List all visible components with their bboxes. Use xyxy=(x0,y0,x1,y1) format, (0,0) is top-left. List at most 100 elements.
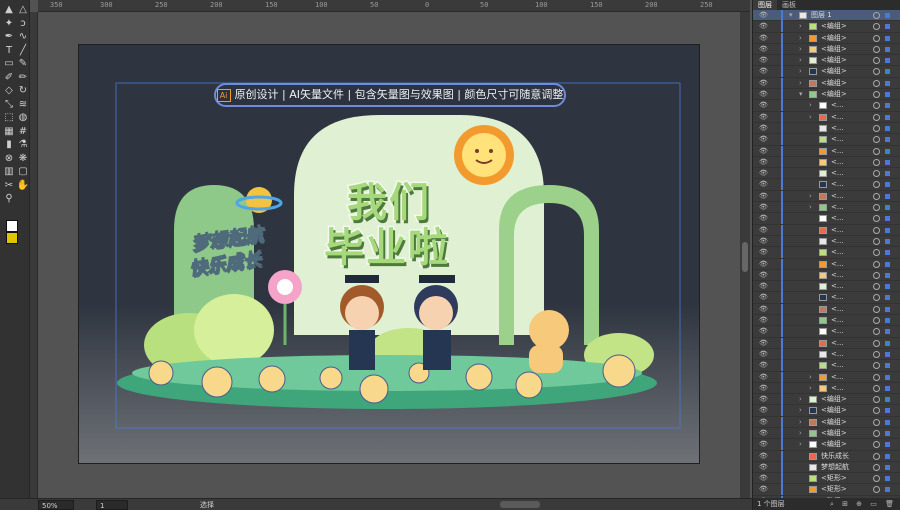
scale-tool-icon[interactable]: ⤡ xyxy=(2,99,16,111)
visibility-eye-icon[interactable]: 👁 xyxy=(759,21,768,32)
line-tool-icon[interactable]: ╱ xyxy=(16,45,30,57)
tab-layers[interactable]: 图层 xyxy=(753,0,777,10)
layer-row[interactable]: 👁 › <... xyxy=(753,100,900,112)
visibility-eye-icon[interactable]: 👁 xyxy=(759,66,768,77)
target-circle-icon[interactable] xyxy=(873,452,880,460)
vertical-scrollbar[interactable] xyxy=(740,12,750,498)
target-circle-icon[interactable] xyxy=(873,396,880,404)
expand-arrow-icon[interactable]: › xyxy=(809,202,812,213)
layer-row[interactable]: 👁 <... xyxy=(753,224,900,236)
layer-row[interactable]: 👁 › <... xyxy=(753,190,900,203)
target-circle-icon[interactable] xyxy=(873,429,880,437)
selection-indicator[interactable] xyxy=(885,13,890,18)
visibility-eye-icon[interactable]: 👁 xyxy=(759,89,768,100)
eyedropper-tool-icon[interactable]: ⚗ xyxy=(16,139,30,151)
visibility-eye-icon[interactable]: 👁 xyxy=(759,191,768,202)
target-circle-icon[interactable] xyxy=(873,384,880,392)
expand-arrow-icon[interactable]: › xyxy=(799,33,802,44)
selection-indicator[interactable] xyxy=(885,453,890,459)
expand-arrow-icon[interactable]: › xyxy=(799,78,802,89)
horizontal-scroll-thumb[interactable] xyxy=(500,501,540,508)
column-graph-tool-icon[interactable]: ▥ xyxy=(2,166,16,178)
layer-row[interactable]: 👁 <... xyxy=(753,235,900,248)
selection-indicator[interactable] xyxy=(885,137,890,143)
visibility-eye-icon[interactable]: 👁 xyxy=(759,349,768,360)
layer-row[interactable]: 👁 <矩形> xyxy=(753,473,900,485)
visibility-eye-icon[interactable]: 👁 xyxy=(759,405,768,416)
target-circle-icon[interactable] xyxy=(873,305,880,313)
target-circle-icon[interactable] xyxy=(873,226,880,234)
fill-swatch[interactable] xyxy=(6,220,18,232)
visibility-eye-icon[interactable]: 👁 xyxy=(759,168,768,179)
visibility-eye-icon[interactable]: 👁 xyxy=(759,292,768,303)
artboard-tool-icon[interactable]: ▢ xyxy=(16,166,30,178)
expand-arrow-icon[interactable]: › xyxy=(799,21,802,32)
visibility-eye-icon[interactable]: 👁 xyxy=(759,383,768,394)
eraser-tool-icon[interactable]: ◇ xyxy=(2,85,16,97)
layer-row[interactable]: 👁 ▾ 图层 1 xyxy=(753,10,900,22)
layer-row[interactable]: 👁 <... xyxy=(753,269,900,282)
target-circle-icon[interactable] xyxy=(873,441,880,449)
stroke-swatch[interactable] xyxy=(6,232,18,244)
document-canvas[interactable]: Ai 原创设计 | AI矢量文件 | 包含矢量图与效果图 | 颜色尺寸可随意调整 … xyxy=(38,12,750,498)
selection-indicator[interactable] xyxy=(885,408,890,414)
layer-row[interactable]: 👁 <... xyxy=(753,134,900,146)
blend-tool-icon[interactable]: ⊗ xyxy=(2,153,16,165)
layer-row[interactable]: 👁 › <编组> xyxy=(753,405,900,417)
width-tool-icon[interactable]: ≋ xyxy=(16,99,30,111)
vertical-ruler[interactable] xyxy=(30,12,38,498)
visibility-eye-icon[interactable]: 👁 xyxy=(759,225,768,236)
selection-indicator[interactable] xyxy=(885,171,890,177)
panel-footer-icons[interactable]: ⌕ ⊞ ⊕ ▭ 🗑 xyxy=(830,498,897,510)
selection-indicator[interactable] xyxy=(885,216,890,222)
collapse-arrow-icon[interactable]: ▾ xyxy=(799,89,803,100)
visibility-eye-icon[interactable]: 👁 xyxy=(759,304,768,315)
curvature-tool-icon[interactable]: ∿ xyxy=(16,31,30,43)
selection-indicator[interactable] xyxy=(885,272,890,278)
direct-selection-tool-icon[interactable]: △ xyxy=(16,4,30,16)
selection-indicator[interactable] xyxy=(885,430,890,436)
selection-indicator[interactable] xyxy=(885,374,890,380)
target-circle-icon[interactable] xyxy=(873,294,880,302)
vertical-scroll-thumb[interactable] xyxy=(742,242,748,272)
selection-indicator[interactable] xyxy=(885,397,890,403)
pencil-tool-icon[interactable]: ✏ xyxy=(16,72,30,84)
expand-arrow-icon[interactable]: › xyxy=(809,372,812,383)
layer-row[interactable]: 👁 › <编组> xyxy=(753,439,900,451)
visibility-eye-icon[interactable]: 👁 xyxy=(759,315,768,326)
target-circle-icon[interactable] xyxy=(873,102,880,110)
layer-row[interactable]: 👁 › <编组> xyxy=(753,55,900,67)
visibility-eye-icon[interactable]: 👁 xyxy=(759,451,768,462)
zoom-tool-icon[interactable]: ⚲ xyxy=(2,193,16,205)
visibility-eye-icon[interactable]: 👁 xyxy=(759,146,768,157)
selection-indicator[interactable] xyxy=(885,419,890,425)
expand-arrow-icon[interactable]: › xyxy=(799,439,802,450)
target-circle-icon[interactable] xyxy=(873,204,880,212)
visibility-eye-icon[interactable]: 👁 xyxy=(759,372,768,383)
target-circle-icon[interactable] xyxy=(873,317,880,325)
target-circle-icon[interactable] xyxy=(873,215,880,223)
target-circle-icon[interactable] xyxy=(873,147,880,155)
layer-row[interactable]: 👁 ▾ <编组> xyxy=(753,89,900,101)
visibility-eye-icon[interactable]: 👁 xyxy=(759,236,768,247)
visibility-eye-icon[interactable]: 👁 xyxy=(759,417,768,428)
target-circle-icon[interactable] xyxy=(873,192,880,200)
layer-row[interactable]: 👁 <... xyxy=(753,156,900,169)
visibility-eye-icon[interactable]: 👁 xyxy=(759,78,768,89)
artboard[interactable]: Ai 原创设计 | AI矢量文件 | 包含矢量图与效果图 | 颜色尺寸可随意调整 … xyxy=(78,44,700,464)
visibility-eye-icon[interactable]: 👁 xyxy=(759,360,768,371)
layer-row[interactable]: 👁 › <编组> xyxy=(753,32,900,44)
perspective-grid-tool-icon[interactable]: ▦ xyxy=(2,126,16,138)
layer-row[interactable]: 👁 <... xyxy=(753,315,900,327)
visibility-eye-icon[interactable]: 👁 xyxy=(759,259,768,270)
selection-indicator[interactable] xyxy=(885,182,890,188)
layer-row[interactable]: 👁 › <... xyxy=(753,111,900,123)
layer-row[interactable]: 👁 <... xyxy=(753,348,900,361)
selection-indicator[interactable] xyxy=(885,114,890,120)
visibility-eye-icon[interactable]: 👁 xyxy=(759,112,768,123)
target-circle-icon[interactable] xyxy=(873,475,880,483)
expand-arrow-icon[interactable]: › xyxy=(799,405,802,416)
selection-indicator[interactable] xyxy=(885,125,890,131)
layer-row[interactable]: 👁 › <编组> xyxy=(753,416,900,428)
selection-indicator[interactable] xyxy=(885,318,890,324)
